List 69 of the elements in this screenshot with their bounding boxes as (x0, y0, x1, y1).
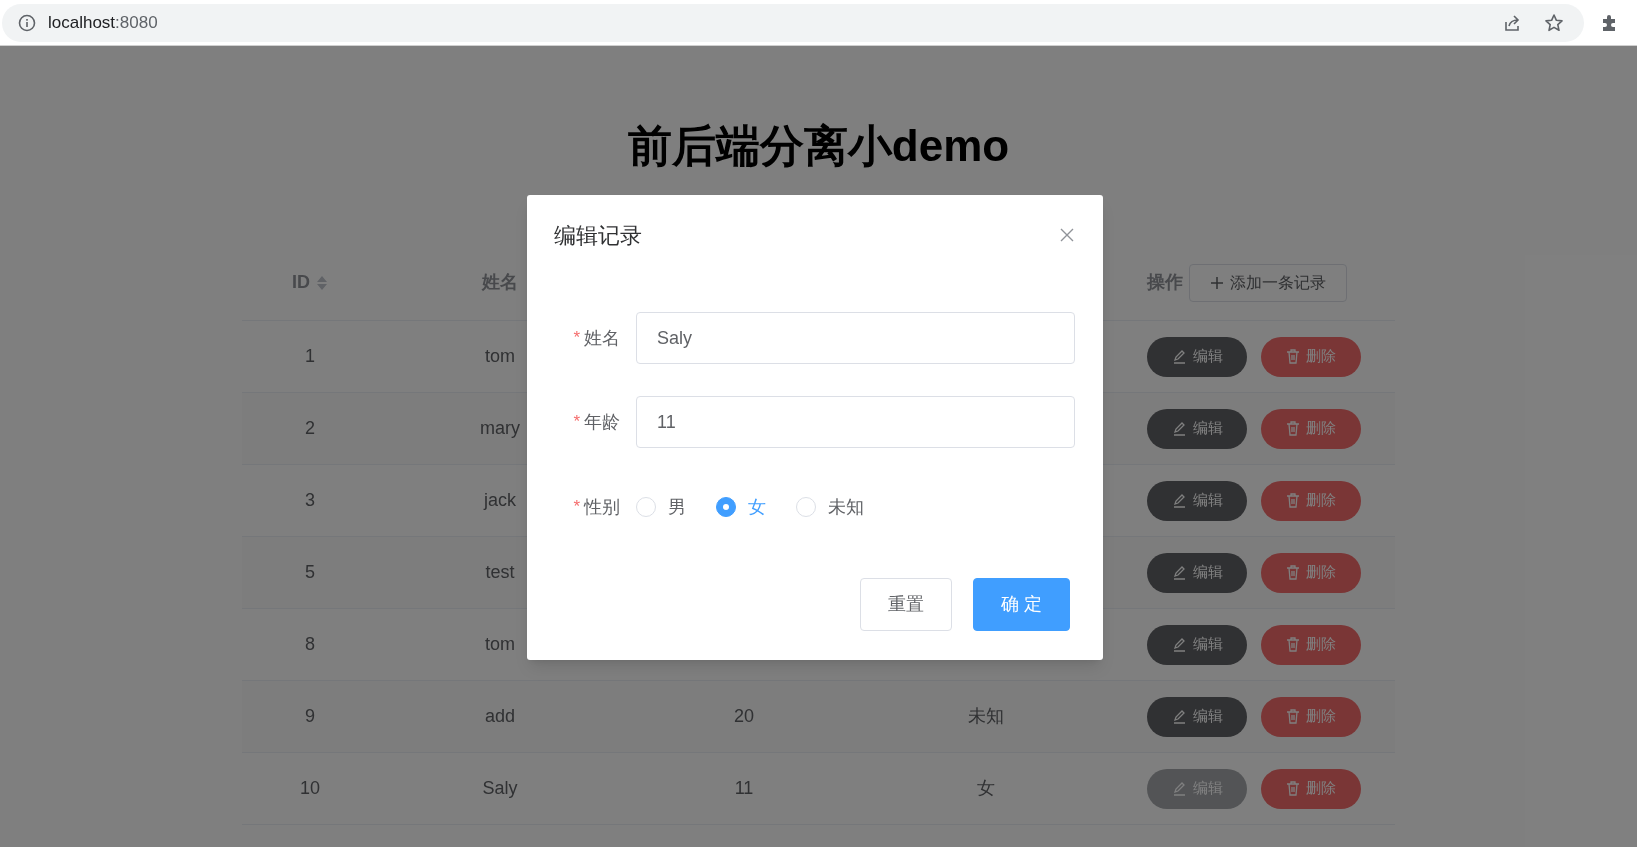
delete-button[interactable]: 删除 (1261, 336, 1361, 377)
table-cell-text: 8 (305, 633, 315, 656)
edit-button[interactable]: 编辑 (1147, 480, 1247, 521)
pencil-icon (1171, 565, 1187, 580)
trash-icon (1286, 421, 1300, 436)
required-asterisk: * (573, 327, 580, 350)
edit-button[interactable]: 编辑 (1147, 552, 1247, 593)
radio-option[interactable]: 女 (716, 493, 766, 521)
trash-icon (1286, 493, 1300, 508)
text-field[interactable]: 11 (636, 396, 1075, 448)
table-cell-text: 3 (305, 489, 315, 512)
table-cell-text: mary (480, 417, 520, 440)
page-title: 前后端分离小demo (627, 120, 1010, 172)
star-icon (1544, 12, 1564, 33)
trash-icon (1286, 781, 1300, 796)
plus-icon (1210, 275, 1224, 290)
radio-option[interactable]: 未知 (796, 493, 864, 521)
dialog-title: 编辑记录 (554, 222, 642, 250)
edit-button[interactable]: 编辑 (1147, 336, 1247, 377)
address-bar[interactable]: localhost:8080 (2, 3, 1584, 42)
delete-button[interactable]: 删除 (1261, 624, 1361, 665)
edit-button[interactable]: 编辑 (1147, 696, 1247, 737)
pencil-icon (1171, 493, 1187, 508)
table-cell-text: 20 (734, 705, 754, 728)
trash-icon (1286, 709, 1300, 724)
share-icon (1502, 12, 1522, 33)
table-cell-text: 女 (977, 777, 995, 800)
edit-button[interactable]: 编辑 (1147, 408, 1247, 449)
pencil-icon (1171, 781, 1187, 796)
info-icon (18, 13, 36, 32)
url-text: localhost:8080 (48, 11, 158, 34)
required-asterisk: * (573, 496, 580, 519)
text-field[interactable]: Saly (636, 312, 1075, 364)
table-cell-text: 9 (305, 705, 315, 728)
delete-button[interactable]: 删除 (1261, 480, 1361, 521)
reset-button[interactable]: 重置 (860, 578, 952, 631)
radio-option[interactable]: 男 (636, 493, 686, 521)
radio-button[interactable] (716, 497, 736, 517)
delete-button[interactable]: 删除 (1261, 408, 1361, 449)
table-cell-text: Saly (482, 777, 518, 800)
table-cell-text: 10 (300, 777, 320, 800)
table-cell-text: 2 (305, 417, 315, 440)
table-cell-text: 未知 (968, 705, 1004, 728)
table-cell-text: jack (484, 489, 516, 512)
table-cell-text: tom (485, 633, 515, 656)
table-cell-text: 11 (734, 777, 754, 800)
pencil-icon (1171, 709, 1187, 724)
trash-icon (1286, 565, 1300, 580)
delete-button[interactable]: 删除 (1261, 552, 1361, 593)
trash-icon (1286, 637, 1300, 652)
delete-button[interactable]: 删除 (1261, 696, 1361, 737)
confirm-button[interactable]: 确 定 (973, 578, 1070, 631)
pencil-icon (1171, 637, 1187, 652)
field-label: 性别 (584, 495, 620, 519)
pencil-icon (1171, 421, 1187, 436)
pencil-icon (1171, 349, 1187, 364)
add-record-button[interactable]: 添加一条记录 (1189, 263, 1347, 302)
table-cell-text: 1 (305, 345, 315, 368)
field-label: 年龄 (584, 410, 620, 434)
table-cell-text: test (485, 561, 515, 584)
delete-button[interactable]: 删除 (1261, 768, 1361, 809)
field-label: 姓名 (584, 326, 620, 350)
table-cell-text: add (484, 705, 515, 728)
trash-icon (1286, 349, 1300, 364)
required-asterisk: * (573, 411, 580, 434)
table-cell-text: 5 (305, 561, 315, 584)
table-cell-text: tom (485, 345, 515, 368)
edit-button[interactable]: 编辑 (1147, 624, 1247, 665)
close-icon (1059, 227, 1075, 243)
